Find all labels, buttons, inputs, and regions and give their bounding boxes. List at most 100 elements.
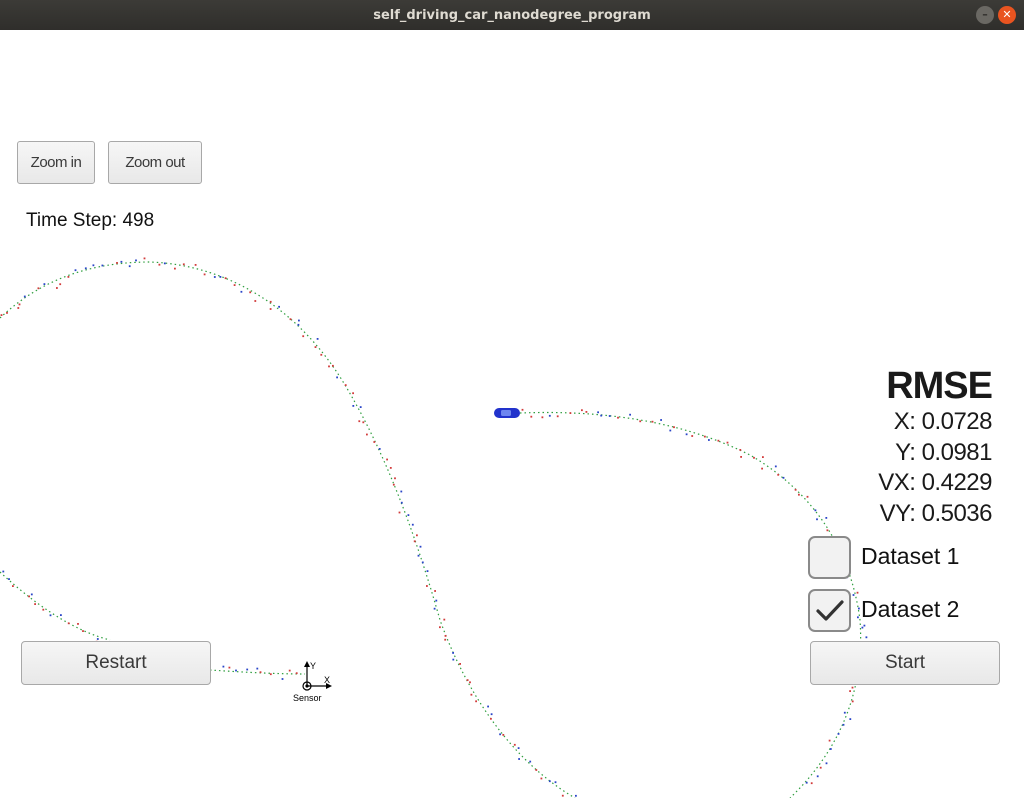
lidar-measurement: [639, 420, 642, 423]
lidar-measurement: [392, 483, 395, 486]
car-icon: [494, 408, 520, 418]
rmse-vx: VX: 0.4229: [878, 469, 992, 496]
radar-measurement: [529, 760, 532, 763]
lidar-measurement: [828, 739, 831, 742]
radar-measurement: [669, 429, 672, 432]
lidar-measurement: [289, 318, 292, 321]
lidar-measurement: [819, 766, 822, 769]
lidar-measurement: [444, 638, 447, 641]
dataset-1-label: Dataset 1: [861, 543, 960, 569]
sensor-x-axis-label: X: [324, 675, 330, 685]
radar-measurement: [281, 678, 284, 680]
radar-measurement: [163, 262, 166, 265]
radar-measurement: [43, 283, 46, 285]
radar-measurement: [417, 554, 420, 557]
lidar-measurement: [203, 273, 206, 276]
radar-measurement: [60, 614, 62, 616]
lidar-measurement: [443, 618, 446, 621]
radar-measurement: [359, 406, 362, 408]
lidar-measurement: [849, 690, 851, 692]
radar-measurement: [452, 658, 455, 661]
close-button[interactable]: ✕: [998, 6, 1016, 24]
radar-measurement: [842, 723, 845, 726]
radar-measurement: [548, 780, 551, 783]
start-button[interactable]: Start: [810, 641, 1000, 685]
lidar-measurement: [439, 626, 441, 629]
radar-measurement: [407, 514, 410, 516]
lidar-measurement: [794, 488, 797, 491]
radar-measurement: [774, 465, 777, 468]
radar-measurement: [487, 705, 489, 708]
dataset-2-label: Dataset 2: [861, 596, 960, 622]
radar-measurement: [849, 718, 852, 720]
radar-measurement: [222, 665, 225, 668]
radar-measurement: [597, 411, 599, 414]
lidar-measurement: [269, 300, 272, 303]
radar-measurement: [278, 305, 280, 308]
radar-measurement: [816, 775, 819, 778]
lidar-measurement: [42, 608, 45, 611]
lidar-measurement: [502, 734, 505, 736]
radar-measurement: [352, 405, 355, 407]
lidar-measurement: [561, 794, 564, 797]
check-icon: [815, 599, 844, 621]
lidar-measurement: [34, 603, 36, 605]
radar-measurement: [685, 433, 688, 436]
radar-measurement: [837, 733, 840, 735]
restart-button[interactable]: Restart: [21, 641, 211, 685]
lidar-measurement: [466, 679, 469, 681]
radar-measurement: [600, 414, 603, 417]
radar-measurement: [858, 607, 860, 610]
dataset-1-checkbox[interactable]: [808, 536, 851, 579]
lidar-measurement: [6, 312, 8, 314]
lidar-measurement: [12, 585, 14, 587]
lidar-measurement: [851, 686, 854, 689]
lidar-measurement: [158, 263, 161, 266]
sensor-measurements: [0, 257, 868, 797]
zoom-out-button[interactable]: Zoom out: [108, 141, 202, 184]
radar-measurement: [74, 269, 77, 272]
rmse-y: Y: 0.0981: [895, 438, 992, 466]
radar-measurement: [2, 570, 5, 573]
lidar-measurement: [320, 353, 323, 356]
radar-measurement: [629, 413, 631, 416]
radar-measurement: [246, 668, 249, 671]
lidar-measurement: [777, 473, 780, 476]
radar-measurement: [843, 711, 846, 714]
radar-measurement: [554, 781, 557, 784]
ground-truth-trajectory: [0, 261, 862, 798]
radar-measurement: [336, 376, 338, 379]
lidar-measurement: [366, 433, 368, 436]
radar-measurement: [518, 758, 520, 760]
lidar-measurement: [856, 591, 859, 594]
lidar-measurement: [373, 441, 376, 443]
radar-measurement: [861, 626, 864, 629]
radar-measurement: [135, 259, 137, 262]
lidar-measurement: [753, 456, 755, 459]
radar-measurement: [608, 415, 611, 417]
lidar-measurement: [581, 409, 583, 412]
lidar-measurement: [717, 439, 720, 442]
lidar-measurement: [806, 495, 809, 498]
lidar-measurement: [386, 458, 388, 461]
lidar-measurement: [28, 595, 30, 598]
radar-measurement: [825, 517, 828, 519]
lidar-measurement: [470, 693, 473, 696]
zoom-in-button[interactable]: Zoom in: [17, 141, 95, 184]
radar-measurement: [411, 523, 414, 526]
lidar-measurement: [314, 346, 317, 348]
lidar-measurement: [851, 700, 854, 703]
lidar-measurement: [233, 284, 236, 286]
rmse-vy: VY: 0.5036: [879, 499, 993, 527]
lidar-measurement: [540, 777, 543, 780]
dataset-2-checkbox[interactable]: [808, 589, 851, 632]
radar-measurement: [240, 290, 243, 293]
lidar-measurement: [617, 416, 619, 419]
radar-measurement: [213, 276, 216, 278]
radar-measurement: [235, 669, 237, 672]
lidar-measurement: [302, 335, 305, 338]
lidar-measurement: [77, 623, 79, 625]
lidar-measurement: [762, 456, 764, 458]
radar-measurement: [857, 616, 859, 619]
minimize-button[interactable]: –: [976, 6, 994, 24]
